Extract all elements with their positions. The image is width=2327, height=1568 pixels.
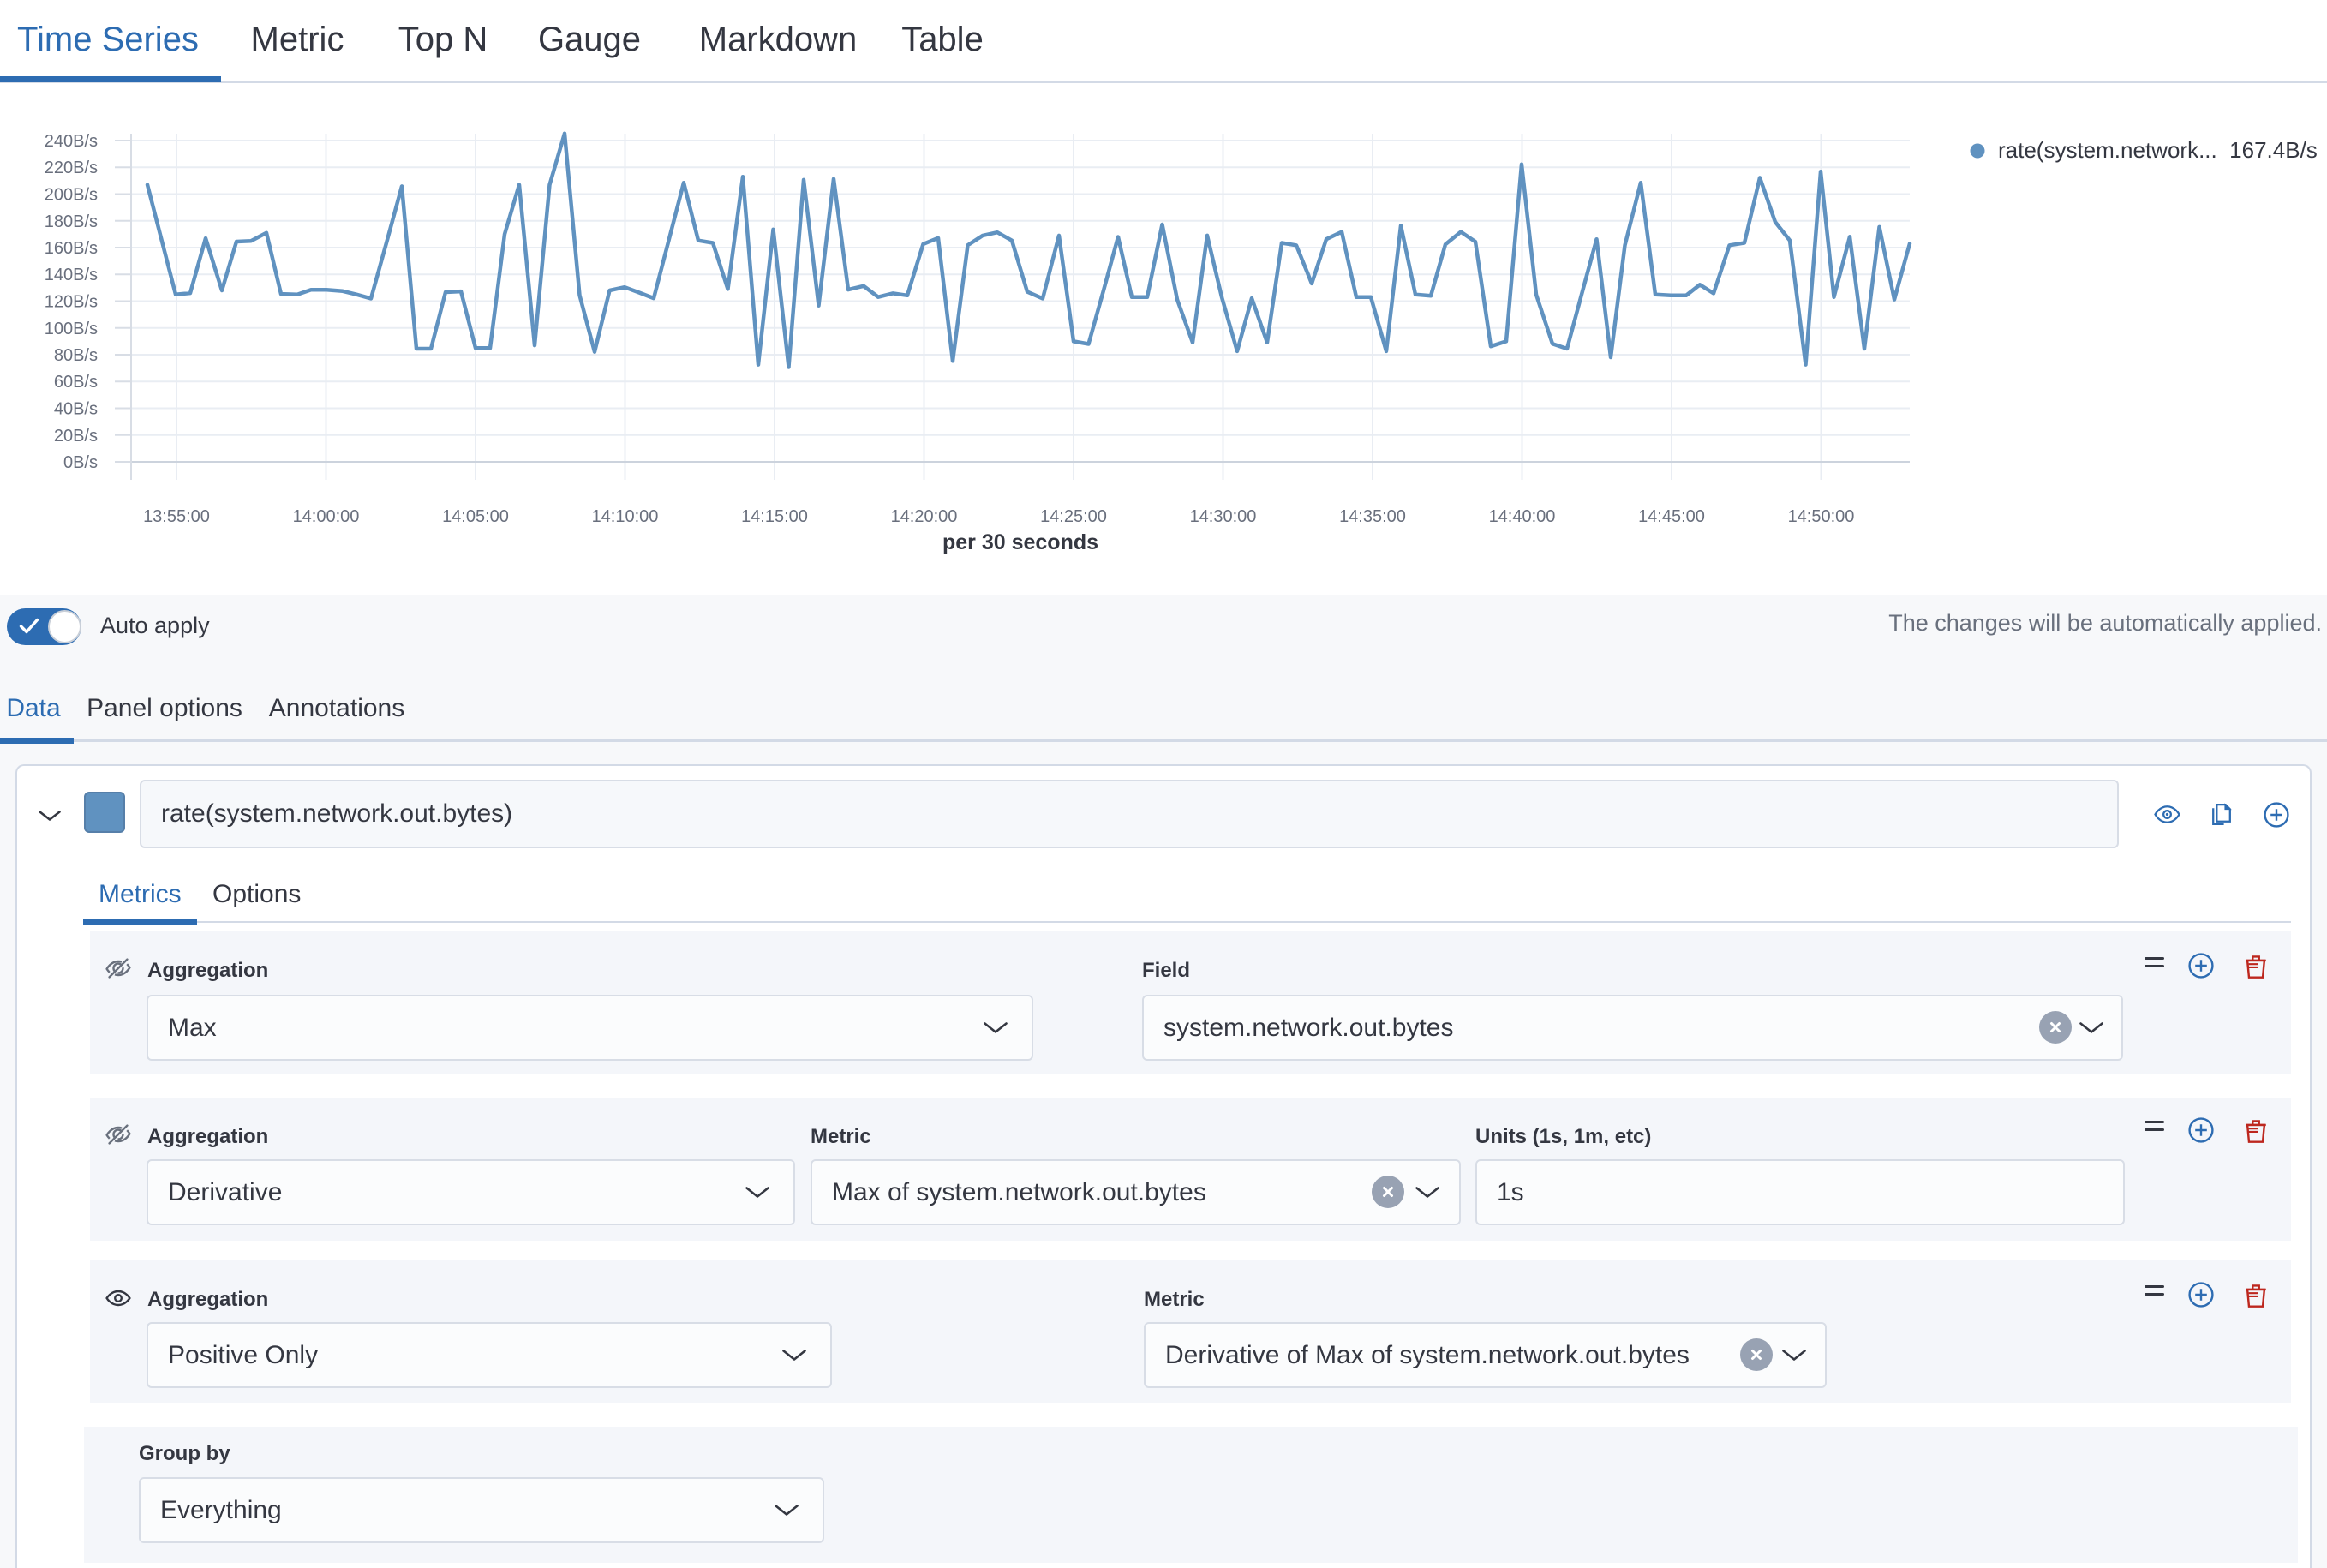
svg-text:60B/s: 60B/s <box>54 373 98 392</box>
svg-text:40B/s: 40B/s <box>54 400 98 419</box>
svg-text:rate(system.network... 167.4B: rate(system.network... 167.4B/s <box>1998 137 2318 163</box>
svg-text:14:05:00: 14:05:00 <box>442 507 509 526</box>
svg-text:180B/s: 180B/s <box>45 212 98 231</box>
svg-text:140B/s: 140B/s <box>45 266 98 284</box>
svg-text:14:35:00: 14:35:00 <box>1339 507 1406 526</box>
svg-text:160B/s: 160B/s <box>45 239 98 258</box>
svg-text:14:10:00: 14:10:00 <box>592 507 659 526</box>
svg-text:80B/s: 80B/s <box>54 346 98 365</box>
svg-text:per 30 seconds: per 30 seconds <box>942 530 1098 554</box>
svg-text:0B/s: 0B/s <box>63 453 98 472</box>
svg-text:14:50:00: 14:50:00 <box>1788 507 1855 526</box>
svg-text:120B/s: 120B/s <box>45 293 98 312</box>
svg-text:14:40:00: 14:40:00 <box>1489 507 1556 526</box>
svg-text:14:25:00: 14:25:00 <box>1040 507 1107 526</box>
svg-text:14:45:00: 14:45:00 <box>1638 507 1705 526</box>
svg-text:220B/s: 220B/s <box>45 159 98 177</box>
svg-text:100B/s: 100B/s <box>45 320 98 338</box>
svg-text:20B/s: 20B/s <box>54 427 98 446</box>
svg-text:13:55:00: 13:55:00 <box>143 507 210 526</box>
svg-text:14:20:00: 14:20:00 <box>891 507 958 526</box>
svg-text:14:30:00: 14:30:00 <box>1190 507 1257 526</box>
svg-text:14:00:00: 14:00:00 <box>293 507 360 526</box>
svg-text:14:15:00: 14:15:00 <box>741 507 808 526</box>
svg-text:240B/s: 240B/s <box>45 132 98 151</box>
svg-text:200B/s: 200B/s <box>45 186 98 205</box>
